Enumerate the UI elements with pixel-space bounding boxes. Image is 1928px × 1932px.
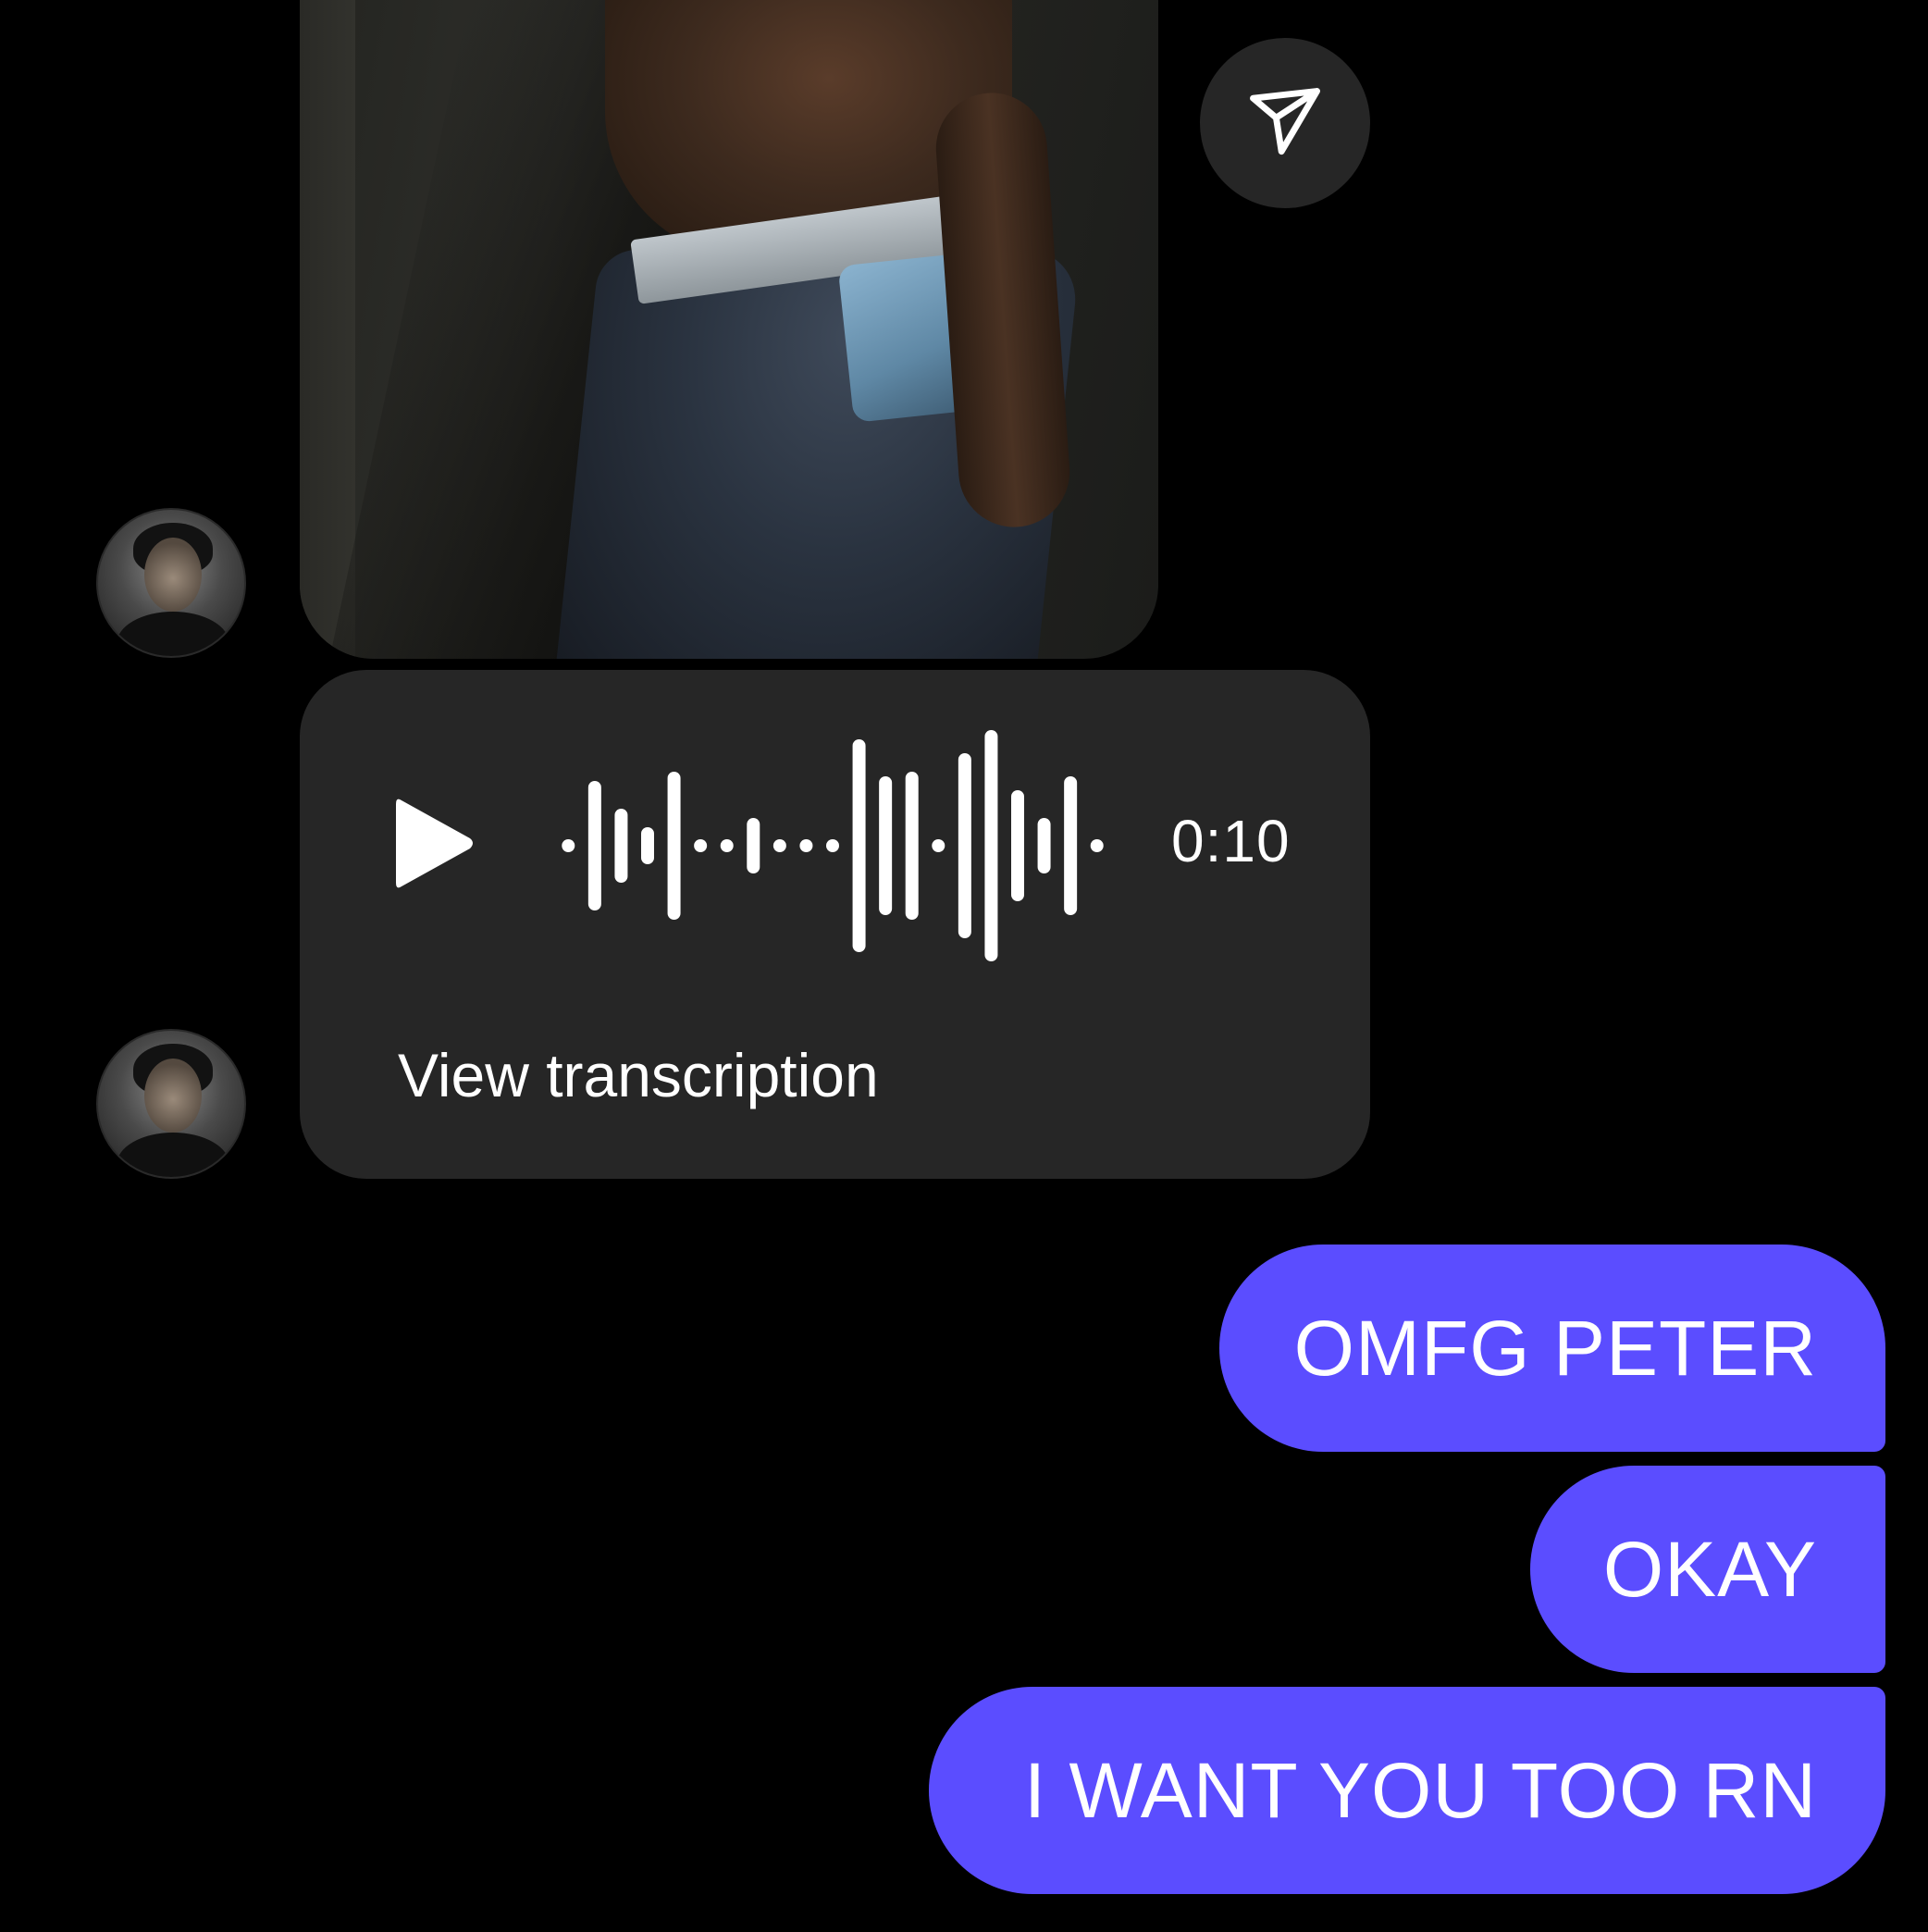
avatar[interactable] — [96, 508, 246, 658]
waveform-bar — [614, 809, 628, 883]
view-transcription-link[interactable]: View transcription — [398, 1040, 879, 1110]
waveform-bar — [562, 839, 575, 852]
waveform-bar — [641, 827, 654, 864]
avatar-detail — [117, 612, 229, 656]
waveform-bar — [694, 839, 708, 852]
photo-detail — [300, 0, 355, 659]
avatar[interactable] — [96, 1029, 246, 1179]
outgoing-message[interactable]: I WANT YOU TOO RN — [929, 1687, 1885, 1894]
waveform-bar — [958, 753, 971, 938]
avatar-detail — [144, 538, 202, 612]
waveform-bar — [932, 839, 945, 852]
waveform-bar — [905, 772, 919, 920]
chat-thread: 0:10 View transcription OMFG PETER OKAY … — [0, 0, 1928, 1932]
send-share-icon — [1250, 88, 1320, 155]
waveform-bar — [772, 839, 786, 852]
outgoing-message[interactable]: OMFG PETER — [1219, 1245, 1885, 1452]
voice-message[interactable]: 0:10 View transcription — [300, 670, 1370, 1179]
waveform-icon — [562, 730, 1104, 961]
waveform-bar — [1064, 776, 1078, 915]
photo-message[interactable] — [300, 0, 1158, 659]
waveform-bar — [1037, 818, 1051, 873]
waveform-bar — [667, 772, 681, 920]
avatar-detail — [117, 1133, 229, 1177]
waveform-bar — [587, 781, 601, 910]
waveform-bar — [799, 839, 813, 852]
waveform-bar — [720, 839, 734, 852]
waveform-bar — [747, 818, 760, 873]
waveform-bar — [1011, 790, 1024, 901]
outgoing-message[interactable]: OKAY — [1530, 1466, 1885, 1673]
waveform-bar — [879, 776, 893, 915]
waveform-bar — [826, 839, 839, 852]
share-button[interactable] — [1200, 38, 1370, 208]
voice-duration: 0:10 — [1171, 808, 1291, 874]
avatar-detail — [144, 1059, 202, 1133]
waveform-bar — [852, 739, 866, 952]
waveform-bar — [1090, 839, 1104, 852]
play-icon[interactable] — [392, 795, 476, 892]
waveform-bar — [984, 730, 998, 961]
